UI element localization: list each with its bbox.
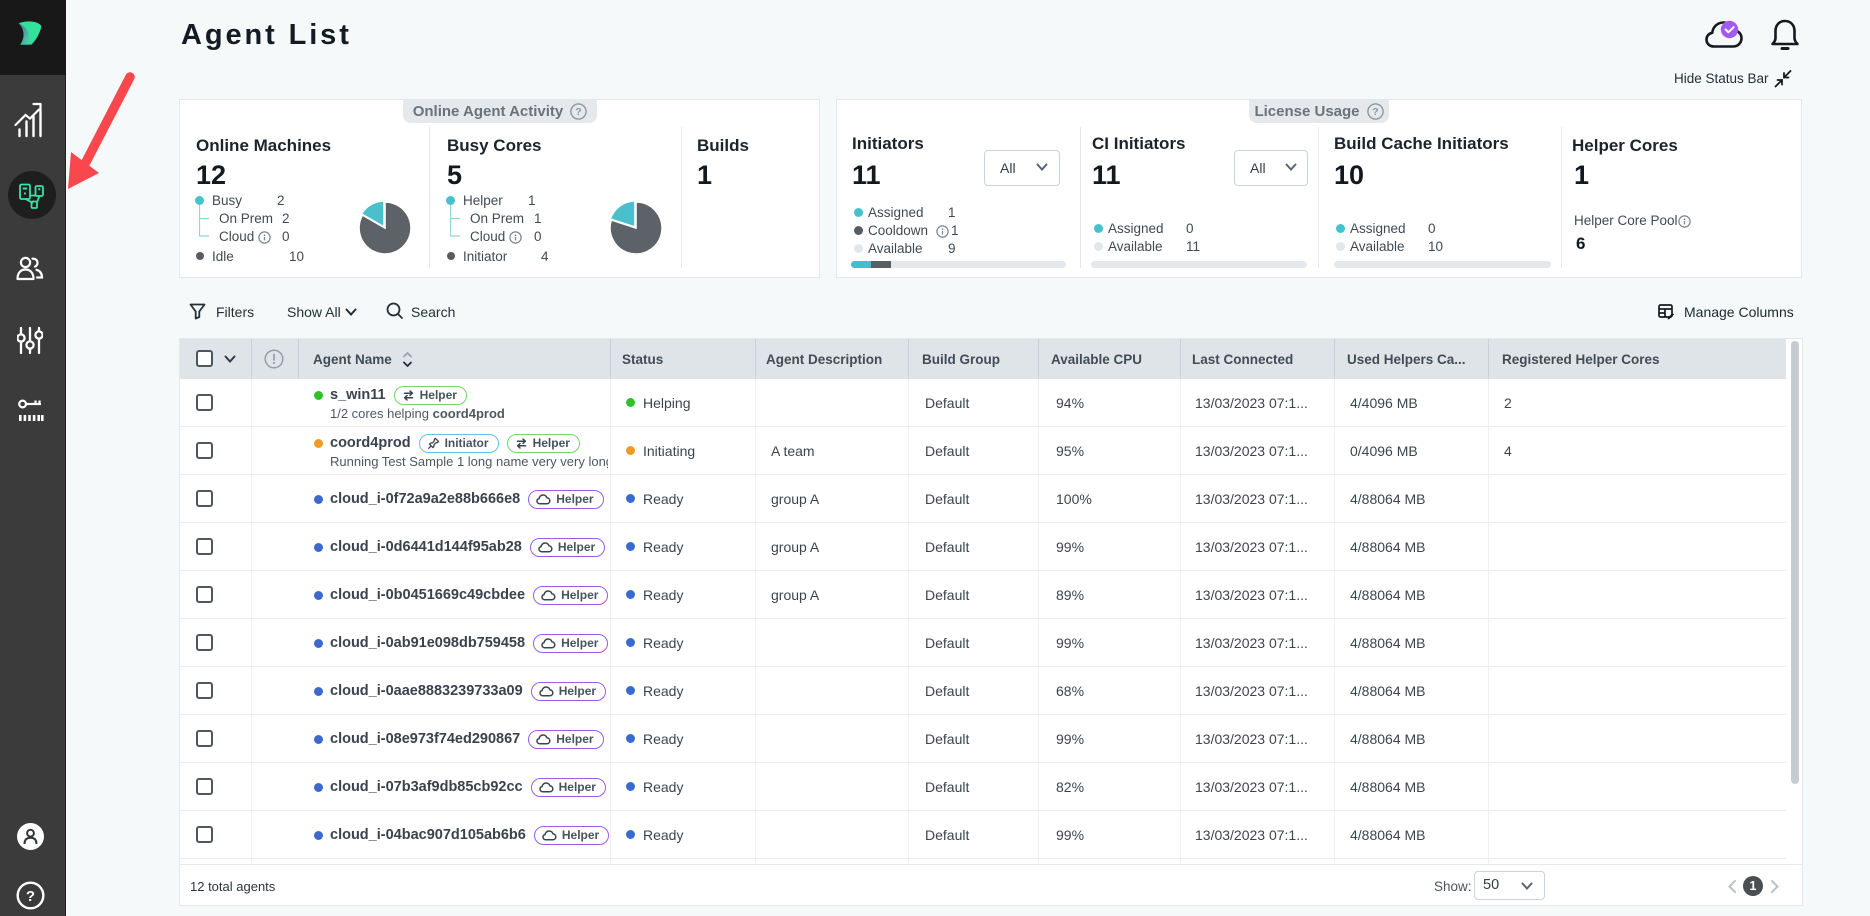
svg-text:?: ? <box>1372 106 1378 118</box>
svg-text:?: ? <box>26 888 35 905</box>
svg-text:?: ? <box>576 106 582 118</box>
